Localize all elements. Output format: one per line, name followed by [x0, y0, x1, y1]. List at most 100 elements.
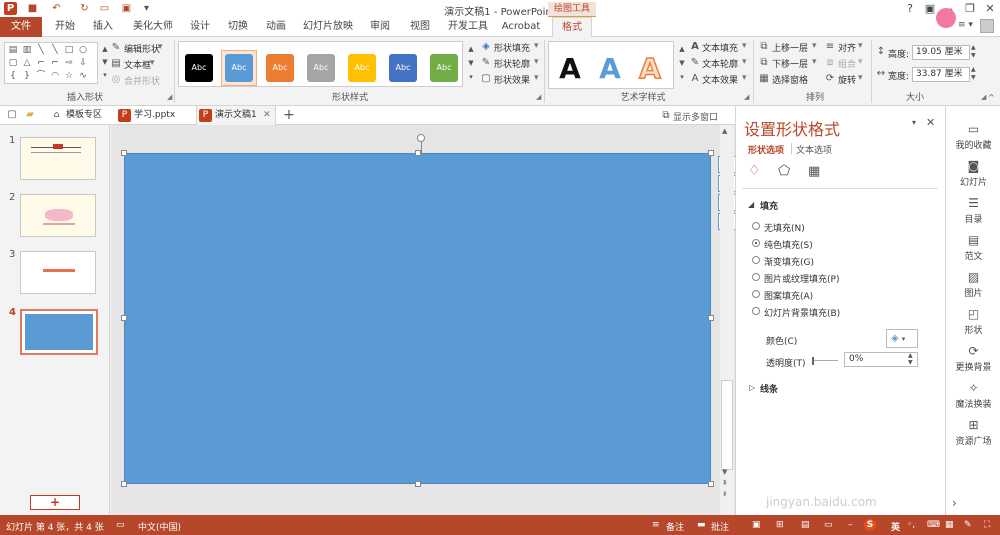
edit-shape-button[interactable]: 编辑形状	[124, 42, 160, 55]
tab-transitions[interactable]: 切换	[222, 17, 254, 37]
align-dropdown-icon[interactable]: ▾	[858, 41, 863, 51]
arrow-down-shape-icon[interactable]: ⇩	[77, 58, 89, 69]
tab-home[interactable]: 开始	[48, 17, 82, 37]
arc-shape-icon[interactable]: ◠	[49, 71, 61, 82]
shape-style-swatch-5[interactable]: Abc	[344, 50, 380, 86]
shape-fill-dropdown-icon[interactable]: ▾	[534, 41, 539, 51]
tab-beautify[interactable]: 美化大师	[128, 17, 178, 37]
resize-handle[interactable]	[121, 481, 127, 487]
open-folder-icon[interactable]: ▰	[24, 109, 36, 121]
transparency-slider-track[interactable]	[814, 360, 838, 361]
previous-slide-icon[interactable]: ⇞	[722, 479, 728, 487]
sidebar-item-shapes[interactable]: ◰ 形状	[946, 307, 1000, 336]
scroll-down-icon[interactable]: ▼	[722, 468, 727, 476]
close-tab-icon[interactable]: ✕	[263, 106, 271, 125]
shape-style-swatch-7[interactable]: Abc	[426, 50, 462, 86]
radio-button[interactable]	[752, 256, 760, 264]
shape-style-swatch-2[interactable]: Abc	[221, 50, 257, 86]
sidebar-item-favorites[interactable]: ▭ 我的收藏	[946, 122, 1000, 151]
add-slide-button[interactable]: +	[30, 495, 80, 510]
fill-section-header[interactable]: 填充	[760, 199, 778, 212]
sidebar-expand-icon[interactable]: ›	[952, 496, 957, 510]
fill-option-solid[interactable]: 纯色填充(S)	[752, 238, 813, 251]
doc-tab-study[interactable]: P 学习.pptx	[116, 106, 175, 125]
shape-style-gallery-scroll[interactable]: ▲ ▼ ▾	[465, 42, 477, 86]
height-input[interactable]: 19.05 厘米	[912, 45, 970, 60]
resize-handle[interactable]	[708, 150, 714, 156]
text-outline-dropdown-icon[interactable]: ▾	[742, 57, 747, 67]
new-tab-icon[interactable]: +	[283, 108, 295, 122]
tab-insert[interactable]: 插入	[86, 17, 120, 37]
rounded-rect-shape-icon[interactable]: ▢	[7, 58, 19, 69]
transparency-slider-thumb[interactable]	[812, 357, 814, 365]
comments-button[interactable]: 批注	[711, 520, 729, 533]
slide-thumbnail-3[interactable]	[20, 251, 96, 294]
tab-animations[interactable]: 动画	[260, 17, 292, 37]
shape-styles-launcher-icon[interactable]: ◢	[536, 93, 541, 101]
slide-thumbnail-2[interactable]	[20, 194, 96, 237]
shapes-gallery[interactable]: ▤ ▥ ╲ ╲ □ ○ ▢ △ ⌐ ⌐ ⇨ ⇩ { } ⌒ ◠ ☆ ∿	[4, 42, 98, 84]
align-button[interactable]: 对齐	[838, 41, 856, 54]
wordart-launcher-icon[interactable]: ◢	[744, 93, 749, 101]
fill-option-pattern[interactable]: 图案填充(A)	[752, 289, 813, 302]
scrollbar-thumb[interactable]	[721, 380, 733, 470]
restore-button[interactable]: ❐	[960, 1, 980, 16]
collapse-ribbon-icon[interactable]: ^	[988, 93, 995, 102]
close-pane-icon[interactable]: ✕	[926, 116, 935, 129]
resize-handle[interactable]	[708, 481, 714, 487]
triangle-shape-icon[interactable]: △	[21, 58, 33, 69]
sidebar-item-magic-makeover[interactable]: ✧ 魔法换装	[946, 381, 1000, 410]
sidebar-item-resource-square[interactable]: ⊞ 资源广场	[946, 418, 1000, 447]
radio-button-selected[interactable]	[752, 239, 760, 247]
text-effects-dropdown-icon[interactable]: ▾	[742, 73, 747, 83]
transparency-spinner[interactable]: ▲ ▼	[908, 352, 913, 366]
rotate-dropdown-icon[interactable]: ▾	[858, 73, 863, 83]
next-slide-icon[interactable]: ⇟	[722, 490, 728, 498]
bring-forward-dropdown-icon[interactable]: ▾	[812, 41, 817, 51]
zoom-out-icon[interactable]: –	[848, 520, 853, 530]
slide-count-status[interactable]: 幻灯片 第 4 张，共 4 张	[6, 520, 104, 533]
brace-right-shape-icon[interactable]: }	[21, 71, 33, 82]
slide-thumbnail-4[interactable]	[20, 309, 98, 355]
slide-thumbnail-1[interactable]	[20, 137, 96, 180]
line-expand-icon[interactable]: ▷	[749, 383, 755, 392]
tab-developer[interactable]: 开发工具	[444, 17, 492, 37]
tab-view[interactable]: 视图	[404, 17, 436, 37]
wordart-style-1[interactable]: A	[555, 50, 585, 88]
close-button[interactable]: ✕	[980, 1, 1000, 16]
arrow-line-shape-icon[interactable]: ╲	[49, 45, 61, 56]
insert-shapes-launcher-icon[interactable]: ◢	[167, 93, 172, 101]
tab-file[interactable]: 文件	[0, 17, 42, 37]
line-section-header[interactable]: 线条	[760, 382, 778, 395]
shape-outline-dropdown-icon[interactable]: ▾	[534, 57, 539, 67]
notes-button[interactable]: 备注	[666, 520, 684, 533]
doc-tab-presentation1[interactable]: P 演示文稿1 ✕	[196, 106, 276, 125]
sidebar-item-images[interactable]: ▨ 图片	[946, 270, 1000, 299]
bring-forward-button[interactable]: 上移一层	[772, 41, 808, 54]
slide-sorter-icon[interactable]: ⊞	[776, 520, 784, 530]
wordart-style-2[interactable]: A	[595, 50, 625, 88]
radio-button[interactable]	[752, 290, 760, 298]
send-backward-dropdown-icon[interactable]: ▾	[812, 57, 817, 67]
language-status[interactable]: 中文(中国)	[138, 520, 181, 533]
text-box-icon[interactable]: ▤	[110, 58, 122, 70]
elbow-shape-icon[interactable]: ⌐	[35, 58, 47, 69]
brace-shape-icon[interactable]: {	[7, 71, 19, 82]
show-multi-window-button[interactable]: 显示多窗口	[673, 110, 718, 123]
text-effects-button[interactable]: 文本效果	[702, 73, 738, 86]
send-backward-button[interactable]: 下移一层	[772, 57, 808, 70]
reading-view-icon[interactable]: ▤	[801, 520, 810, 530]
selected-rectangle-shape[interactable]	[124, 153, 711, 484]
ime-language-indicator[interactable]: 英	[891, 520, 900, 533]
fill-option-slide-background[interactable]: 幻灯片背景填充(B)	[752, 306, 840, 319]
text-box-button[interactable]: 文本框	[124, 58, 151, 71]
width-input[interactable]: 33.87 厘米	[912, 67, 970, 82]
arrow-right-shape-icon[interactable]: ⇨	[63, 58, 75, 69]
shape-style-swatch-6[interactable]: Abc	[385, 50, 421, 86]
line-shape-icon[interactable]: ╲	[35, 45, 47, 56]
radio-button[interactable]	[752, 307, 760, 315]
ime-toolbox-icon[interactable]: ▦	[945, 520, 954, 530]
ime-keyboard-icon[interactable]: ⌨	[927, 520, 940, 530]
curve-shape-icon[interactable]: ⌒	[35, 71, 47, 82]
scroll-up-icon[interactable]: ▲	[722, 127, 727, 135]
